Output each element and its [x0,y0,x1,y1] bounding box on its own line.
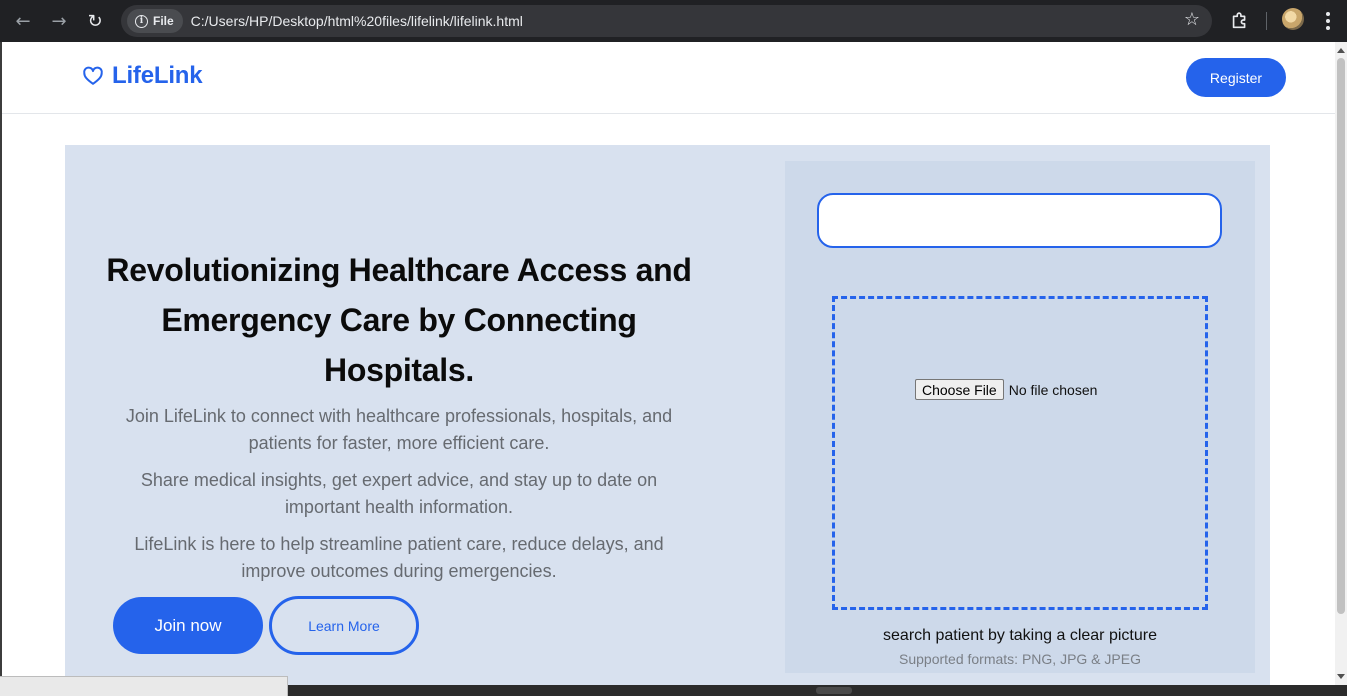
vertical-dots-icon[interactable] [1318,9,1338,33]
file-status-text: No file chosen [1008,381,1098,398]
address-bar[interactable]: i File C:/Users/HP/Desktop/html%20files/… [121,5,1212,37]
supported-formats-text: Supported formats: PNG, JPG & JPEG [899,651,1141,667]
hero-paragraph-streamline: LifeLink is here to help streamline pati… [134,534,664,581]
hero-paragraph-join: Join LifeLink to connect with healthcare… [125,406,673,453]
site-info-chip[interactable]: i File [127,9,183,33]
horizontal-scroll-thumb[interactable] [816,687,852,694]
toolbar-divider [1266,12,1267,30]
scroll-up-arrow-icon[interactable] [1337,48,1345,53]
hero-title: Revolutionizing Healthcare Access and Em… [106,252,692,388]
learn-more-button[interactable]: Learn More [269,596,419,655]
site-header: LifeLink Register [2,42,1335,114]
puzzle-icon[interactable] [1229,9,1251,31]
logo-text: LifeLink [112,62,203,89]
forward-arrow-icon[interactable]: → [45,7,73,35]
hero-text: Revolutionizing Healthcare Access and Em… [105,245,693,585]
cta-buttons: Join now Learn More [113,596,419,655]
hero-section: Revolutionizing Healthcare Access and Em… [65,145,1270,685]
logo[interactable]: LifeLink [82,62,203,90]
profile-avatar[interactable] [1282,8,1304,30]
scroll-thumb[interactable] [1337,58,1345,614]
file-picker[interactable]: Choose File No file chosen [915,379,1097,400]
file-chip-label: File [153,14,174,28]
url-text[interactable]: C:/Users/HP/Desktop/html%20files/lifelin… [191,13,523,29]
image-dropzone[interactable]: Choose File No file chosen [832,296,1208,610]
info-icon: i [135,14,148,28]
patient-search-input[interactable] [817,193,1222,248]
heart-outline-icon [83,66,103,85]
hero-paragraph-share: Share medical insights, get expert advic… [140,470,658,517]
choose-file-button[interactable]: Choose File [915,379,1004,400]
back-arrow-icon[interactable]: ← [9,7,37,35]
status-bubble [0,676,288,696]
register-button[interactable]: Register [1186,58,1286,97]
reload-icon[interactable]: ↻ [81,7,109,35]
join-now-button[interactable]: Join now [113,597,263,654]
upload-caption: search patient by taking a clear picture [883,627,1157,644]
scroll-down-arrow-icon[interactable] [1337,674,1345,679]
vertical-scrollbar[interactable] [1335,42,1347,685]
patient-search-panel: Choose File No file chosen search patien… [785,161,1255,673]
page-viewport: LifeLink Register Revolutionizing Health… [0,42,1335,685]
browser-toolbar: ← → ↻ i File C:/Users/HP/Desktop/html%20… [0,0,1347,42]
star-icon[interactable]: ☆ [1184,9,1200,30]
